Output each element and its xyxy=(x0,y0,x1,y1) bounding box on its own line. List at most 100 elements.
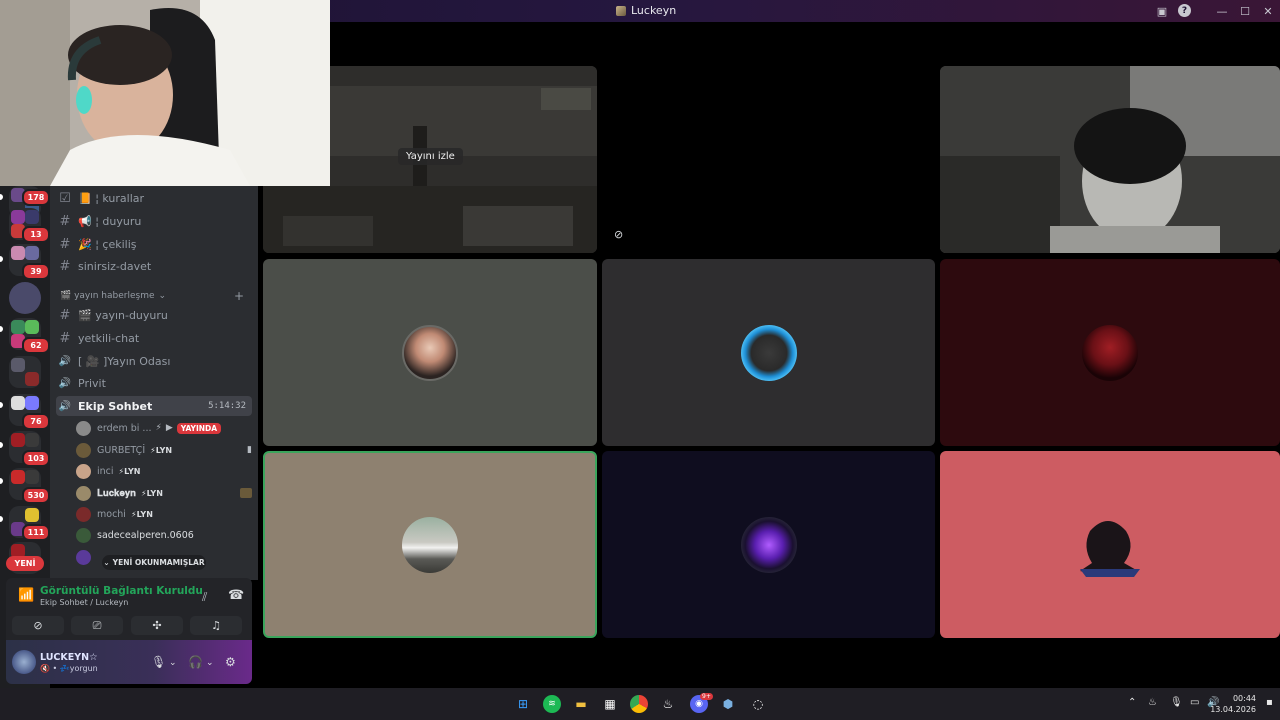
clan-tag: ⚡LYN xyxy=(130,509,153,519)
channel-label: yetkili-chat xyxy=(78,331,140,345)
close-button[interactable]: ✕ xyxy=(1260,3,1276,19)
channel-cekilis[interactable]: # 🎉 ¦ çekiliş xyxy=(56,234,252,254)
server-folder[interactable] xyxy=(9,356,41,388)
disconnect-icon[interactable]: ☎ xyxy=(228,588,244,603)
microphone-icon[interactable]: 🎙 xyxy=(151,655,166,669)
clock[interactable]: 00:44 13.04.2026 xyxy=(1210,693,1256,715)
channel-label: Ekip Sohbet xyxy=(78,399,153,413)
microphone-icon[interactable]: 🎙 xyxy=(1170,697,1183,708)
channel-category[interactable]: 🎬 yayın haberleşme ⌄ xyxy=(60,291,166,301)
screen-share-button[interactable]: ⎚ xyxy=(71,616,123,635)
avatar xyxy=(76,420,91,436)
participant-tile[interactable] xyxy=(263,259,597,446)
store-icon[interactable]: ▦ xyxy=(601,695,619,713)
file-explorer-icon[interactable]: ▬ xyxy=(572,695,590,713)
headphones-icon[interactable]: 🎧 xyxy=(188,655,203,669)
category-label: 🎬 yayın haberleşme xyxy=(60,291,155,301)
clock-date: 13.04.2026 xyxy=(1210,705,1256,714)
channel-kurallar[interactable]: ☑ 📙 ¦ kurallar xyxy=(56,188,252,208)
new-unreads-button[interactable]: ⌄ YENİ OKUNMAMIŞLAR xyxy=(102,555,206,570)
inbox-icon[interactable]: ▣ xyxy=(1154,3,1170,19)
video-stage: Yayını izle ⊘ xyxy=(258,22,1280,688)
network-icon[interactable]: ▭ xyxy=(1190,697,1199,708)
voice-user[interactable]: erdem bi ... ⚡ ▶ YAYINDA xyxy=(76,418,252,438)
app-icon[interactable]: ◌ xyxy=(749,695,767,713)
watch-stream-button[interactable]: Yayını izle xyxy=(398,148,463,165)
connection-location[interactable]: Ekip Sohbet / Luckeyn xyxy=(40,598,128,607)
channel-privit[interactable]: 🔊 Privit xyxy=(56,373,252,393)
chevron-down-icon[interactable]: ⌄ xyxy=(169,658,177,668)
mention-badge: 530 xyxy=(22,487,50,504)
minimize-button[interactable]: — xyxy=(1214,3,1230,19)
activities-button[interactable]: ✣ xyxy=(131,616,183,635)
webcam-overlay xyxy=(0,0,330,186)
participant-tile[interactable] xyxy=(602,259,935,446)
mention-badge: 62 xyxy=(22,337,50,354)
camera-icon: ▮ xyxy=(247,445,252,455)
unread-indicator xyxy=(0,442,3,448)
text-channel-icon: # xyxy=(59,236,71,252)
unread-indicator xyxy=(0,256,3,262)
participant-tile[interactable] xyxy=(602,451,935,638)
rules-icon: ☑ xyxy=(59,190,71,206)
voice-user[interactable]: GURBETÇİ ⚡LYN ▮ xyxy=(76,440,252,460)
app-icon[interactable]: ⬢ xyxy=(719,695,737,713)
mention-badge: 13 xyxy=(22,226,50,243)
channel-label: [ 🎥 ]Yayın Odası xyxy=(78,354,171,368)
camera-tile[interactable] xyxy=(940,66,1280,253)
steam-icon[interactable]: ♨ xyxy=(659,695,677,713)
chevron-down-icon: ⌄ xyxy=(103,558,110,567)
signal-icon[interactable]: 📶 xyxy=(18,588,34,603)
gear-icon[interactable]: ⚙ xyxy=(225,655,236,669)
participant-avatar xyxy=(402,516,458,573)
voice-user-name: GURBETÇİ xyxy=(97,444,146,456)
noise-suppression-icon[interactable]: ⫽ xyxy=(202,590,207,605)
chevron-up-icon[interactable]: ⌃ xyxy=(1128,697,1136,708)
voice-user[interactable]: mochi ⚡LYN xyxy=(76,504,252,524)
voice-user-name: sadecealperen.0606 xyxy=(97,529,194,541)
participant-avatar xyxy=(1082,324,1138,381)
spotify-icon[interactable]: ≋ xyxy=(543,695,561,713)
participant-tile[interactable] xyxy=(940,259,1280,446)
camera-off-button[interactable]: ⊘ xyxy=(12,616,64,635)
chrome-icon[interactable] xyxy=(630,695,648,713)
mention-badge: 111 xyxy=(22,524,50,541)
voice-timer: 5:14:32 xyxy=(208,401,246,411)
chevron-down-icon[interactable]: ⌄ xyxy=(206,658,214,668)
avatar xyxy=(76,442,91,458)
webcam-feed xyxy=(0,0,330,186)
start-icon[interactable]: ⊞ xyxy=(514,695,532,713)
channel-yetkili-chat[interactable]: # yetkili-chat xyxy=(56,328,252,348)
participant-tile-speaking[interactable] xyxy=(263,451,597,638)
voice-user[interactable]: 𝐋𝐮𝐜𝐤𝐞𝐲𝐧 ⚡LYN xyxy=(76,483,252,503)
server-folder[interactable] xyxy=(9,282,41,314)
channel-ekip-sohbet[interactable]: 🔊 Ekip Sohbet 5:14:32 xyxy=(56,396,252,416)
new-servers-badge[interactable]: YENİ xyxy=(6,556,44,571)
voice-user[interactable]: sadecealperen.0606 xyxy=(76,525,252,545)
channel-yayin-duyuru[interactable]: # 🎬 yayın-duyuru xyxy=(56,305,252,325)
connection-status: Görüntülü Bağlantı Kuruldu xyxy=(40,585,203,597)
avatar[interactable] xyxy=(12,650,36,674)
channel-duyuru[interactable]: # 📢 ¦ duyuru xyxy=(56,211,252,231)
channel-list: ☑ 📙 ¦ kurallar # 📢 ¦ duyuru # 🎉 ¦ çekili… xyxy=(50,186,258,580)
maximize-button[interactable]: ☐ xyxy=(1237,3,1253,19)
username[interactable]: LUCKEYN☆ xyxy=(40,652,98,663)
voice-user[interactable]: inci ⚡LYN xyxy=(76,461,252,481)
channel-sinirsiz-davet[interactable]: # sinirsiz-davet xyxy=(56,256,252,276)
notifications-icon[interactable]: ▪ xyxy=(1266,697,1273,708)
channel-label: sinirsiz-davet xyxy=(78,259,152,273)
server-icon xyxy=(616,5,626,16)
add-channel-icon[interactable]: + xyxy=(234,289,244,303)
mention-badge: 76 xyxy=(22,413,50,430)
steam-tray-icon[interactable]: ♨ xyxy=(1148,697,1157,708)
channel-yayin-odasi[interactable]: 🔊 [ 🎥 ]Yayın Odası xyxy=(56,351,252,371)
help-icon[interactable]: ? xyxy=(1178,4,1191,17)
participant-tile[interactable] xyxy=(940,451,1280,638)
user-panel: LUCKEYN☆ 🔇 • 💤yorgun 🎙 ⌄ 🎧 ⌄ ⚙ xyxy=(6,640,252,684)
avatar xyxy=(76,506,91,522)
soundboard-button[interactable]: ♫ xyxy=(190,616,242,635)
unread-indicator xyxy=(0,516,3,522)
activities-icon: ✣ xyxy=(152,619,162,632)
window-title: Luckeyn xyxy=(616,4,676,17)
participant-avatar xyxy=(1080,521,1140,577)
